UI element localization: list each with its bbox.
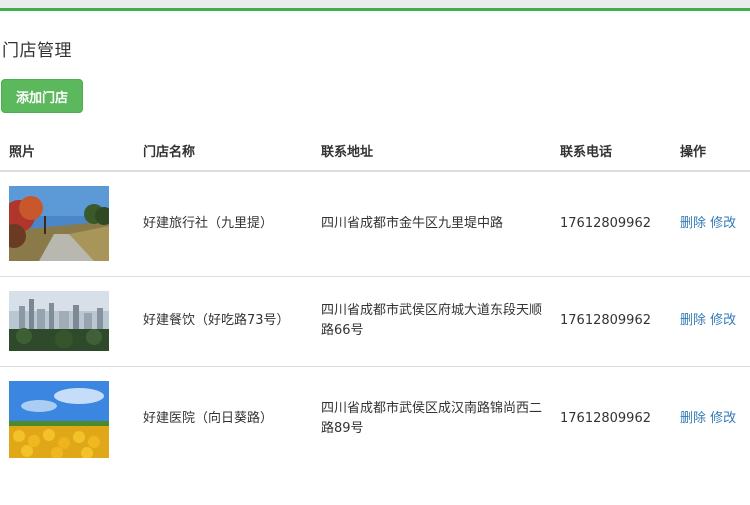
store-phone: 17612809962: [551, 365, 671, 472]
store-name: 好建餐饮（好吃路73号）: [134, 275, 312, 366]
store-phone: 17612809962: [551, 275, 671, 366]
photo-cell: [0, 171, 134, 276]
store-address: 四川省成都市金牛区九里堤中路: [321, 215, 504, 231]
top-accent-line: [0, 8, 750, 11]
actions-cell: 删除 修改: [671, 365, 750, 472]
store-photo-sunflowers[interactable]: [9, 380, 109, 458]
table-row: 好建旅行社（九里提） 四川省成都市金牛区九里堤中路 17612809962 删除…: [0, 171, 750, 276]
delete-link[interactable]: 删除: [680, 216, 706, 231]
edit-link[interactable]: 修改: [710, 411, 736, 426]
delete-link[interactable]: 删除: [680, 313, 706, 328]
header-address: 联系地址: [312, 131, 551, 172]
edit-link[interactable]: 修改: [710, 216, 736, 231]
store-table: 照片 门店名称 联系地址 联系电话 操作 好建旅行社（九里提） 四川省成都市金牛…: [0, 131, 750, 472]
photo-cell: [0, 365, 134, 472]
photo-cell: [0, 275, 134, 366]
actions-cell: 删除 修改: [671, 171, 750, 276]
store-name: 好建医院（向日葵路）: [134, 365, 312, 472]
store-phone: 17612809962: [560, 215, 651, 231]
store-photo-city-skyline[interactable]: [9, 291, 109, 351]
header-store-name: 门店名称: [134, 131, 312, 172]
actions-cell: 删除 修改: [671, 275, 750, 366]
header-photo: 照片: [0, 131, 134, 172]
edit-link[interactable]: 修改: [710, 313, 736, 328]
store-address: 四川省成都市武侯区府城大道东段天顺路66号: [312, 275, 551, 366]
store-address: 四川省成都市武侯区成汉南路锦尚西二路89号: [312, 365, 551, 472]
store-photo-autumn-road[interactable]: [9, 186, 109, 262]
table-header-row: 照片 门店名称 联系地址 联系电话 操作: [0, 131, 750, 172]
table-row: 好建医院（向日葵路） 四川省成都市武侯区成汉南路锦尚西二路89号 1761280…: [0, 365, 750, 472]
table-row: 好建餐饮（好吃路73号） 四川省成都市武侯区府城大道东段天顺路66号 17612…: [0, 275, 750, 366]
top-bar: [0, 0, 750, 11]
header-actions: 操作: [671, 131, 750, 172]
store-name: 好建旅行社（九里提）: [143, 215, 274, 231]
header-phone: 联系电话: [551, 131, 671, 172]
add-store-button[interactable]: 添加门店: [1, 79, 83, 113]
delete-link[interactable]: 删除: [680, 411, 706, 426]
page-title: 门店管理: [2, 41, 72, 61]
